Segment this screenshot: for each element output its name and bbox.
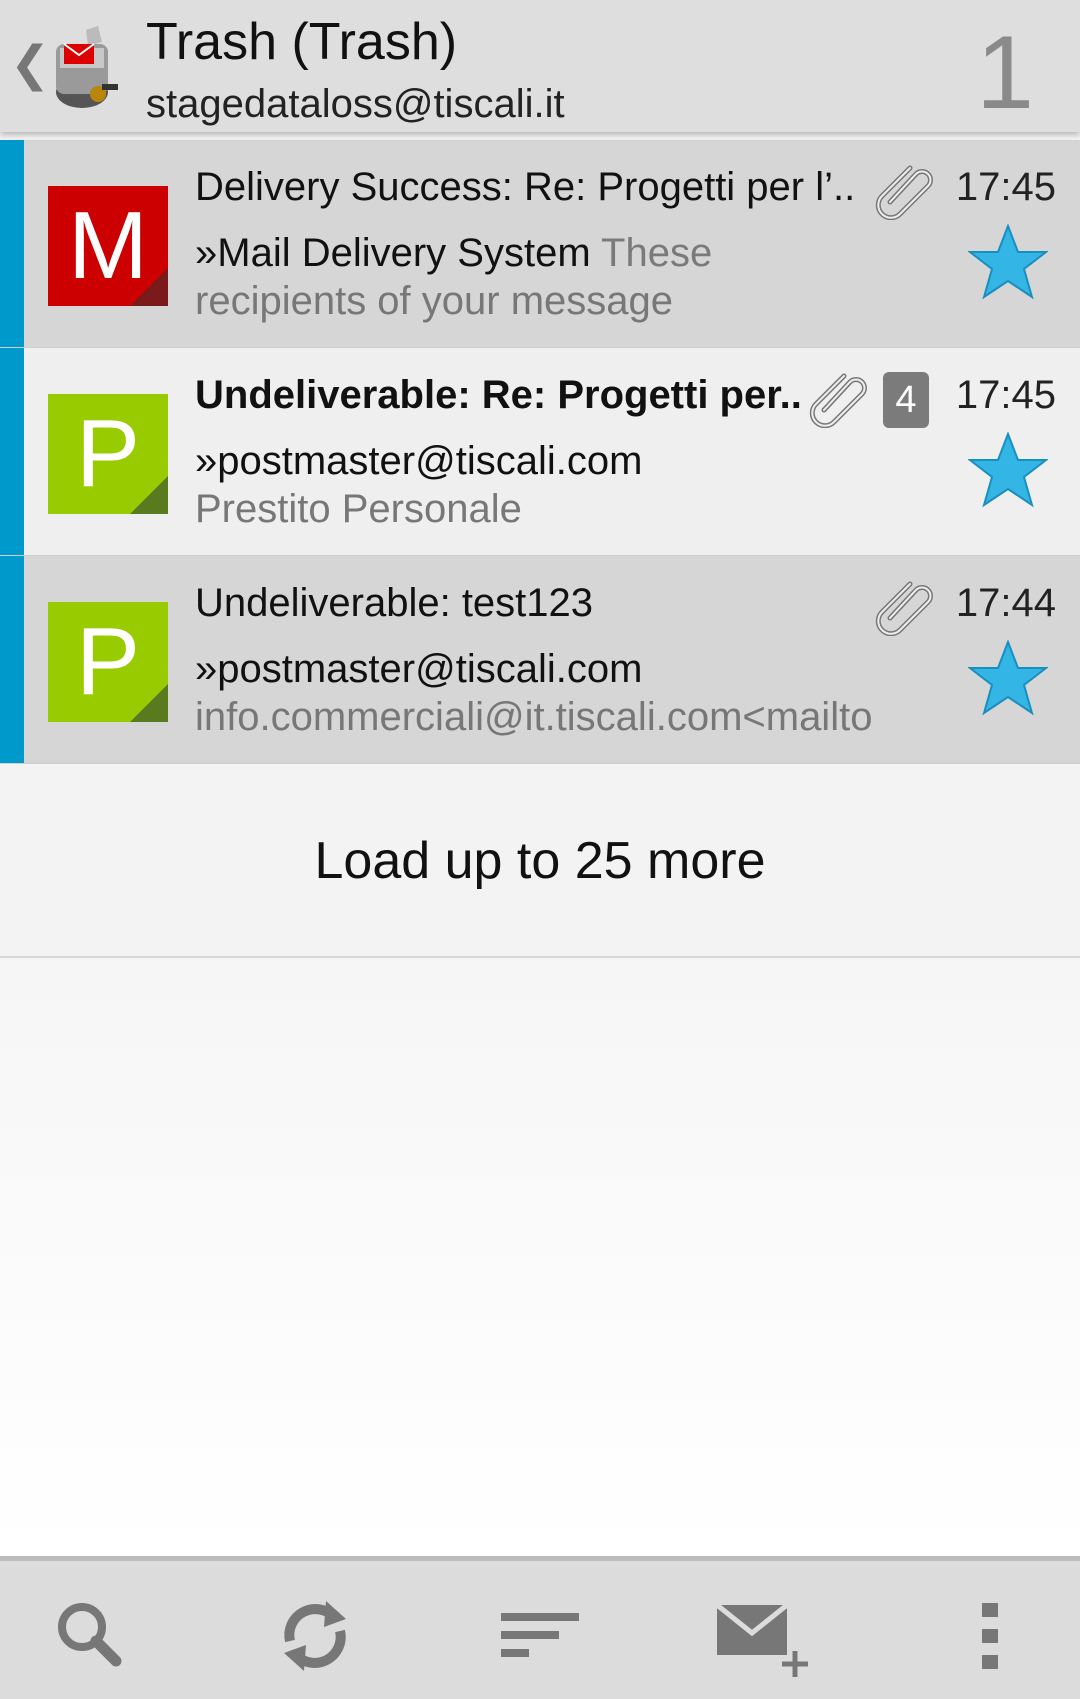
- thread-count-badge: 4: [883, 372, 929, 428]
- message-subject: Undeliverable: test123: [195, 581, 594, 625]
- empty-area: [0, 960, 1080, 1556]
- sender-preview: »Mail Delivery System These: [195, 228, 955, 278]
- star-icon[interactable]: [968, 640, 1048, 716]
- message-row[interactable]: P Undeliverable: Re: Progetti per.. 4 17…: [0, 348, 1080, 556]
- k9-mail-logo-icon[interactable]: [46, 22, 124, 114]
- avatar-corner: [130, 684, 168, 722]
- preview-text: info.commerciali@it.tiscali.com<mailto: [195, 695, 873, 739]
- paperclip-icon: [875, 165, 933, 220]
- sender-preview: »postmaster@tiscali.com: [195, 436, 955, 486]
- star-icon[interactable]: [968, 432, 1048, 508]
- sort-icon[interactable]: [495, 1591, 585, 1681]
- message-subject: Delivery Success: Re: Progetti per l’..: [195, 165, 856, 209]
- unread-count: 1: [976, 15, 1034, 131]
- contact-avatar[interactable]: M: [48, 186, 168, 306]
- back-chevron-icon[interactable]: ❮: [10, 40, 50, 88]
- message-time: 17:45: [955, 373, 1056, 417]
- sender-preview: »postmaster@tiscali.com: [195, 644, 955, 694]
- account-color-strip: [0, 348, 24, 555]
- preview-text: These: [590, 231, 713, 275]
- star-icon[interactable]: [968, 224, 1048, 300]
- search-icon[interactable]: [46, 1591, 136, 1681]
- message-time: 17:44: [955, 581, 1056, 625]
- message-subject: Undeliverable: Re: Progetti per..: [195, 373, 802, 417]
- sender-name: »postmaster@tiscali.com: [195, 647, 643, 691]
- load-more-button[interactable]: Load up to 25 more: [0, 766, 1080, 958]
- message-time: 17:45: [955, 165, 1056, 209]
- preview-text: Prestito Personale: [195, 487, 522, 531]
- account-email: stagedataloss@tiscali.it: [146, 82, 565, 126]
- paperclip-icon: [809, 373, 867, 428]
- account-color-strip: [0, 556, 24, 763]
- sender-name: »postmaster@tiscali.com: [195, 439, 643, 483]
- compose-icon[interactable]: [715, 1591, 815, 1681]
- folder-title: Trash (Trash): [146, 13, 458, 71]
- refresh-icon[interactable]: [270, 1591, 360, 1681]
- paperclip-icon: [875, 581, 933, 636]
- message-row[interactable]: P Undeliverable: test123 17:44 »postmast…: [0, 556, 1080, 764]
- message-row[interactable]: M Delivery Success: Re: Progetti per l’.…: [0, 140, 1080, 348]
- contact-avatar[interactable]: P: [48, 394, 168, 514]
- action-bar: ❮ Trash (Trash) stagedataloss@tiscali.it…: [0, 0, 1080, 132]
- overflow-menu-icon[interactable]: [945, 1591, 1035, 1681]
- avatar-corner: [130, 476, 168, 514]
- bottom-toolbar: [0, 1556, 1080, 1699]
- preview-text: recipients of your message: [195, 279, 674, 323]
- contact-avatar[interactable]: P: [48, 602, 168, 722]
- message-list: M Delivery Success: Re: Progetti per l’.…: [0, 140, 1080, 764]
- avatar-corner: [130, 268, 168, 306]
- account-color-strip: [0, 140, 24, 347]
- sender-name: »Mail Delivery System: [195, 231, 591, 275]
